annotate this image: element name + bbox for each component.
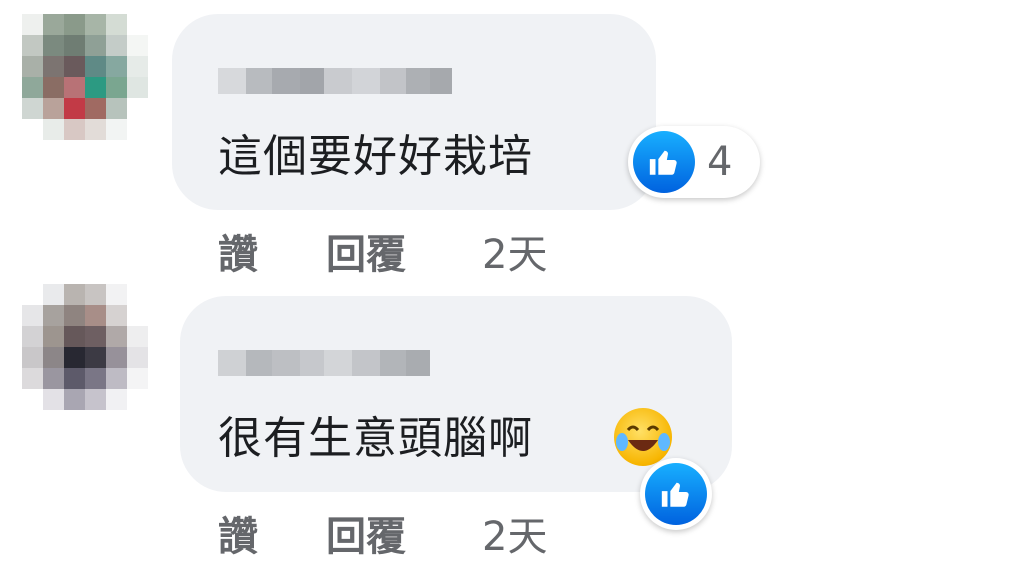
author-name-blurred[interactable]: [218, 350, 430, 376]
comment-1: 這個要好好栽培 4 讚 回覆 2天: [0, 0, 1024, 282]
like-count: 4: [707, 139, 733, 185]
comment-text: 很有生意頭腦啊: [218, 413, 533, 464]
comment-2: 很有生意頭腦啊 讚 回覆 2天: [0, 282, 1024, 564]
timestamp[interactable]: 2天: [482, 504, 547, 562]
like-action[interactable]: 讚: [218, 222, 258, 280]
thumbs-up-icon: [645, 463, 707, 525]
comment-text: 這個要好好栽培: [218, 131, 533, 182]
reply-action[interactable]: 回覆: [326, 504, 406, 562]
avatar[interactable]: [22, 14, 148, 140]
reaction-badge[interactable]: 4: [628, 126, 760, 198]
thumbs-up-icon: [633, 131, 695, 193]
author-name-blurred[interactable]: [218, 68, 452, 94]
avatar[interactable]: [22, 284, 148, 410]
timestamp[interactable]: 2天: [482, 222, 547, 280]
reaction-badge[interactable]: [640, 458, 712, 530]
laughing-tears-emoji: [614, 408, 672, 466]
like-action[interactable]: 讚: [218, 504, 258, 562]
comment-bubble: 這個要好好栽培: [172, 14, 656, 210]
reply-action[interactable]: 回覆: [326, 222, 406, 280]
